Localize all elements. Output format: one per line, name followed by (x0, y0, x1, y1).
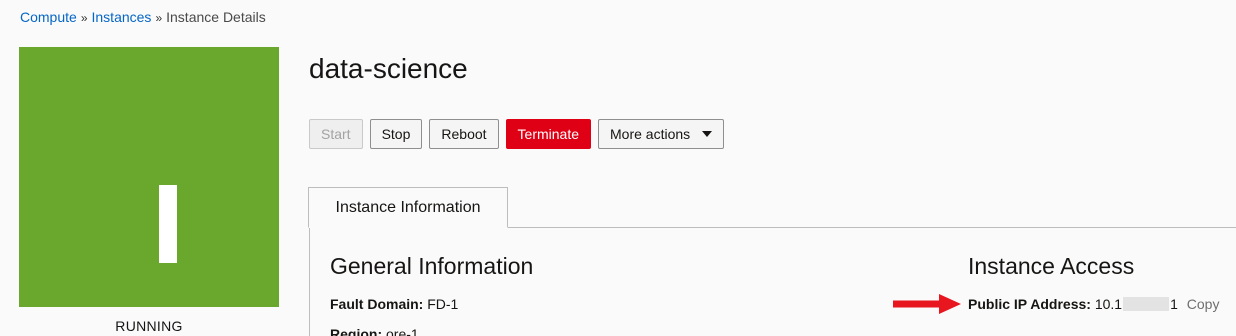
red-arrow-annotation (893, 294, 961, 314)
tab-panel (309, 228, 1236, 336)
public-ip-field: Public IP Address: 10.1 1 Copy (968, 296, 1219, 312)
redacted-ip-block (1123, 297, 1170, 311)
instance-letter-icon (159, 185, 177, 263)
region-label: Region: (330, 326, 383, 336)
fault-domain-value: FD-1 (427, 296, 459, 312)
more-actions-button[interactable]: More actions (598, 119, 725, 149)
region-value: ore-1 (386, 326, 419, 336)
breadcrumb-instances[interactable]: Instances (92, 9, 152, 25)
copy-ip-link[interactable]: Copy (1187, 296, 1220, 312)
fault-domain-field: Fault Domain: FD-1 (330, 296, 458, 312)
public-ip-prefix: 10.1 (1094, 296, 1123, 312)
terminate-button[interactable]: Terminate (505, 119, 592, 149)
fault-domain-label: Fault Domain: (330, 296, 424, 312)
breadcrumb-compute[interactable]: Compute (20, 9, 77, 25)
public-ip-suffix: 1 (1170, 296, 1178, 312)
general-information-heading: General Information (330, 253, 534, 279)
caret-down-icon (702, 131, 713, 137)
breadcrumb-separator: » (80, 11, 88, 25)
public-ip-label: Public IP Address: (968, 296, 1091, 312)
breadcrumb: Compute» Instances» Instance Details (20, 9, 266, 25)
page-title: data-science (309, 53, 468, 84)
breadcrumb-current: Instance Details (166, 9, 266, 25)
stop-button[interactable]: Stop (369, 119, 423, 149)
instance-access-heading: Instance Access (968, 253, 1135, 279)
more-actions-label: More actions (610, 126, 691, 142)
start-button[interactable]: Start (309, 119, 363, 149)
breadcrumb-separator: » (155, 11, 163, 25)
region-field: Region: ore-1 (330, 326, 419, 336)
reboot-button[interactable]: Reboot (429, 119, 499, 149)
instance-status-tile (19, 47, 279, 307)
instance-details-page: Compute» Instances» Instance Details RUNNI… (0, 0, 1236, 336)
tab-instance-information[interactable]: Instance Information (308, 187, 508, 228)
action-toolbar: Start Stop Reboot Terminate More actions (309, 119, 725, 149)
instance-state-label: RUNNING (115, 318, 183, 334)
